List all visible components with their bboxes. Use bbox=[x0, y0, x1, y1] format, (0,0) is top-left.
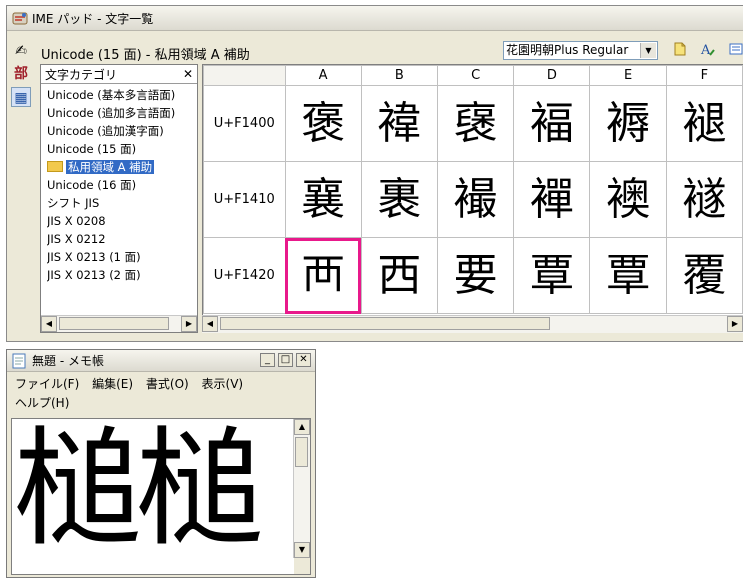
char-cell[interactable]: 褥 bbox=[589, 85, 667, 162]
font-select[interactable]: 花園明朝Plus Regular ▼ bbox=[503, 41, 658, 60]
font-style-icon[interactable]: A bbox=[699, 41, 717, 59]
char-cell-selected[interactable]: 襾 bbox=[284, 237, 362, 314]
char-cell[interactable]: 西 bbox=[360, 237, 438, 314]
scroll-left-icon[interactable]: ◀ bbox=[202, 316, 218, 332]
char-cell[interactable]: 裹 bbox=[360, 161, 438, 238]
category-item[interactable]: JIS X 0212 bbox=[47, 230, 197, 248]
close-icon[interactable]: ✕ bbox=[296, 353, 311, 367]
column-header: F bbox=[665, 65, 743, 86]
minimize-icon[interactable]: _ bbox=[260, 353, 275, 367]
char-cell[interactable]: 覃 bbox=[513, 237, 591, 314]
svg-text:A: A bbox=[700, 43, 711, 57]
category-item[interactable]: JIS X 0208 bbox=[47, 212, 197, 230]
category-item[interactable]: Unicode (15 面) bbox=[47, 140, 197, 158]
category-panel: 文字カテゴリ ✕ Unicode (基本多言語面) Unicode (追加多言語… bbox=[40, 64, 198, 333]
notepad-editor[interactable]: 槌槌 ▲ ▼ bbox=[11, 418, 311, 575]
handwriting-icon[interactable]: ✍ bbox=[11, 41, 31, 61]
folder-icon bbox=[47, 161, 63, 172]
scroll-up-icon[interactable]: ▲ bbox=[294, 419, 310, 435]
column-header: A bbox=[284, 65, 362, 86]
column-header: E bbox=[589, 65, 667, 86]
notepad-menubar: ファイル(F) 編集(E) 書式(O) 表示(V) ヘルプ(H) bbox=[7, 372, 315, 415]
char-cell[interactable]: 褔 bbox=[513, 85, 591, 162]
row-header: U+F1400 bbox=[203, 85, 286, 162]
close-icon[interactable]: ✕ bbox=[183, 67, 193, 81]
char-cell[interactable]: 要 bbox=[436, 237, 515, 314]
scroll-thumb[interactable] bbox=[295, 437, 308, 467]
char-cell[interactable]: 襚 bbox=[665, 161, 743, 238]
grid-corner bbox=[203, 65, 286, 86]
char-cell[interactable]: 褪 bbox=[665, 85, 743, 162]
maximize-icon[interactable]: □ bbox=[278, 353, 293, 367]
character-table: A B C D E F U+F1400 褒 褘 襃 褔 褥 褪 U+F1410 … bbox=[203, 65, 743, 314]
font-select-value: 花園明朝Plus Regular bbox=[506, 43, 629, 57]
character-list-icon[interactable]: ▦ bbox=[11, 87, 31, 107]
mode-label: Unicode (15 面) - 私用領域 A 補助 bbox=[41, 48, 250, 63]
category-item[interactable]: Unicode (16 面) bbox=[47, 176, 197, 194]
scroll-thumb[interactable] bbox=[59, 317, 169, 330]
menu-file[interactable]: ファイル(F) bbox=[15, 377, 79, 391]
open-file-icon[interactable] bbox=[671, 41, 689, 59]
character-grid: A B C D E F U+F1400 褒 褘 襃 褔 褥 褪 U+F1410 … bbox=[202, 64, 743, 333]
menu-help[interactable]: ヘルプ(H) bbox=[15, 396, 69, 410]
notepad-title-bar[interactable]: 無題 - メモ帳 _ □ ✕ bbox=[7, 350, 315, 372]
notepad-app-icon bbox=[12, 353, 28, 369]
column-header: C bbox=[436, 65, 515, 86]
notepad-text: 槌槌 bbox=[14, 418, 264, 564]
category-item[interactable]: Unicode (基本多言語面) bbox=[47, 86, 197, 104]
char-cell[interactable]: 褘 bbox=[360, 85, 438, 162]
scroll-down-icon[interactable]: ▼ bbox=[294, 542, 310, 558]
char-cell[interactable]: 襃 bbox=[436, 85, 515, 162]
category-item[interactable]: JIS X 0213 (2 面) bbox=[47, 266, 197, 284]
notepad-window: 無題 - メモ帳 _ □ ✕ ファイル(F) 編集(E) 書式(O) 表示(V)… bbox=[6, 349, 316, 578]
category-item[interactable]: シフト JIS bbox=[47, 194, 197, 212]
scroll-left-icon[interactable]: ◀ bbox=[41, 316, 57, 332]
ime-title: IME パッド - 文字一覧 bbox=[32, 11, 154, 26]
scroll-thumb[interactable] bbox=[220, 317, 550, 330]
notepad-title: 無題 - メモ帳 bbox=[32, 354, 104, 368]
grid-hscrollbar[interactable]: ◀ ▶ bbox=[202, 315, 743, 333]
ime-pad-window: IME パッド - 文字一覧 Unicode (15 面) - 私用領域 A 補… bbox=[6, 5, 743, 342]
menu-format[interactable]: 書式(O) bbox=[146, 377, 189, 391]
category-item[interactable]: JIS X 0213 (1 面) bbox=[47, 248, 197, 266]
editor-vscrollbar[interactable]: ▲ ▼ bbox=[293, 419, 310, 558]
ime-app-icon bbox=[12, 10, 28, 26]
column-header: B bbox=[360, 65, 438, 86]
ime-toolbar: Unicode (15 面) - 私用領域 A 補助 花園明朝Plus Regu… bbox=[7, 31, 743, 64]
menu-view[interactable]: 表示(V) bbox=[202, 377, 244, 391]
category-header-label: 文字カテゴリ bbox=[45, 67, 118, 82]
category-item[interactable]: Unicode (追加漢字面) bbox=[47, 122, 197, 140]
scroll-right-icon[interactable]: ▶ bbox=[181, 316, 197, 332]
char-cell[interactable]: 襊 bbox=[436, 161, 515, 238]
ime-title-bar[interactable]: IME パッド - 文字一覧 bbox=[7, 6, 743, 31]
menu-edit[interactable]: 編集(E) bbox=[92, 377, 133, 391]
char-cell[interactable]: 褒 bbox=[284, 85, 362, 162]
side-buttons: ✍ 部 ▦ bbox=[11, 41, 33, 110]
radical-icon[interactable]: 部 bbox=[11, 64, 31, 84]
chevron-down-icon[interactable]: ▼ bbox=[640, 43, 656, 58]
char-cell[interactable]: 覆 bbox=[665, 237, 743, 314]
category-list: Unicode (基本多言語面) Unicode (追加多言語面) Unicod… bbox=[41, 84, 197, 284]
category-hscrollbar[interactable]: ◀ ▶ bbox=[41, 315, 197, 332]
scroll-right-icon[interactable]: ▶ bbox=[727, 316, 743, 332]
char-cell[interactable]: 襄 bbox=[284, 161, 362, 238]
char-cell[interactable]: 襖 bbox=[589, 161, 667, 238]
row-header: U+F1410 bbox=[203, 161, 286, 238]
view-options-icon[interactable] bbox=[727, 41, 743, 59]
char-cell[interactable]: 襌 bbox=[513, 161, 591, 238]
category-header: 文字カテゴリ ✕ bbox=[41, 65, 197, 84]
resize-grip-icon[interactable] bbox=[294, 558, 310, 574]
column-header: D bbox=[513, 65, 591, 86]
category-item-selected[interactable]: 私用領域 A 補助 bbox=[47, 158, 197, 176]
row-header: U+F1420 bbox=[203, 237, 286, 314]
char-cell[interactable]: 覃 bbox=[589, 237, 667, 314]
category-item[interactable]: Unicode (追加多言語面) bbox=[47, 104, 197, 122]
